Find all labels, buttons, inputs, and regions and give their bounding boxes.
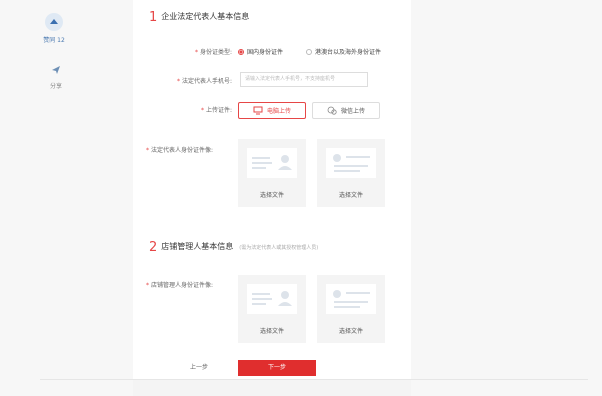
radio-domestic-id[interactable]: 国内身份证件 xyxy=(238,47,283,56)
left-sidebar xyxy=(0,0,133,396)
id-type-label: * 身份证类型: xyxy=(194,49,232,56)
upload-pc-button[interactable]: 电脑上传 xyxy=(238,102,306,119)
share-label: 分享 xyxy=(49,83,62,90)
id-back-upload[interactable]: 选择文件 xyxy=(317,139,385,207)
id-photo-label: * 法定代表人身份证件像: xyxy=(146,147,214,154)
choose-file-front: 选择文件 xyxy=(259,192,284,199)
id-card-back-icon xyxy=(333,290,370,308)
radio-domestic-label: 国内身份证件 xyxy=(247,49,284,56)
radio-unselected-icon xyxy=(306,48,312,55)
bottom-divider xyxy=(40,379,588,380)
radio-selected-icon xyxy=(238,48,244,55)
section1-title: 1 企业法定代表人基本信息 xyxy=(149,10,249,25)
share-button[interactable]: 分享 xyxy=(46,60,66,90)
id-front-illustration xyxy=(247,148,297,178)
choose-file-manager-front: 选择文件 xyxy=(259,328,284,335)
section2-title: 2 店铺管理人基本信息 (需为法定代表人或其授权管理人员) xyxy=(149,240,318,255)
right-margin xyxy=(411,0,602,396)
like-circle xyxy=(45,13,63,31)
manager-id-photo-label-text: 店铺管理人身份证件像: xyxy=(151,282,214,289)
id-type-label-text: 身份证类型: xyxy=(199,49,232,56)
section2-title-text: 店铺管理人基本信息 xyxy=(161,242,234,251)
like-button[interactable]: 赞同 12 xyxy=(42,13,66,44)
id-card-back-icon xyxy=(333,154,370,172)
phone-input[interactable]: 请输入法定代表人手机号，不支持座机号 xyxy=(240,72,368,87)
upload-label-text: 上传证件: xyxy=(205,107,232,114)
manager-id-back-upload[interactable]: 选择文件 xyxy=(317,275,385,343)
id-front-upload[interactable]: 选择文件 xyxy=(238,139,306,207)
manager-id-photo-label: * 店铺管理人身份证件像: xyxy=(146,282,214,289)
id-card-front-icon xyxy=(252,155,292,170)
manager-id-front-illustration xyxy=(247,284,297,314)
phone-label: * 法定代表人手机号: xyxy=(176,78,232,85)
section2-number: 2 xyxy=(149,240,158,255)
section2-subtitle: (需为法定代表人或其授权管理人员) xyxy=(239,245,319,251)
manager-id-front-upload[interactable]: 选择文件 xyxy=(238,275,306,343)
choose-file-manager-back: 选择文件 xyxy=(338,328,363,335)
id-back-illustration xyxy=(326,148,376,178)
radio-overseas-label: 港澳台以及海外身份证件 xyxy=(315,49,382,56)
choose-file-back: 选择文件 xyxy=(338,192,363,199)
wechat-icon xyxy=(327,106,337,115)
like-count: 赞同 12 xyxy=(43,37,65,44)
phone-label-text: 法定代表人手机号: xyxy=(181,78,232,85)
next-step-button[interactable]: 下一步 xyxy=(238,360,316,376)
upvote-icon xyxy=(50,19,58,24)
section1-title-text: 企业法定代表人基本信息 xyxy=(161,12,250,21)
share-icon xyxy=(52,66,60,74)
upload-mobile-button[interactable]: 微信上传 xyxy=(312,102,380,119)
monitor-icon xyxy=(253,106,263,115)
upload-pc-label: 电脑上传 xyxy=(266,108,291,115)
radio-overseas-id[interactable]: 港澳台以及海外身份证件 xyxy=(306,47,381,56)
upload-label: * 上传证件: xyxy=(200,107,232,114)
section1-number: 1 xyxy=(149,10,158,25)
upload-mobile-label: 微信上传 xyxy=(340,108,365,115)
manager-id-back-illustration xyxy=(326,284,376,314)
id-card-front-icon xyxy=(252,291,292,306)
prev-step-button[interactable]: 上一步 xyxy=(190,362,208,371)
id-photo-label-text: 法定代表人身份证件像: xyxy=(151,147,214,154)
